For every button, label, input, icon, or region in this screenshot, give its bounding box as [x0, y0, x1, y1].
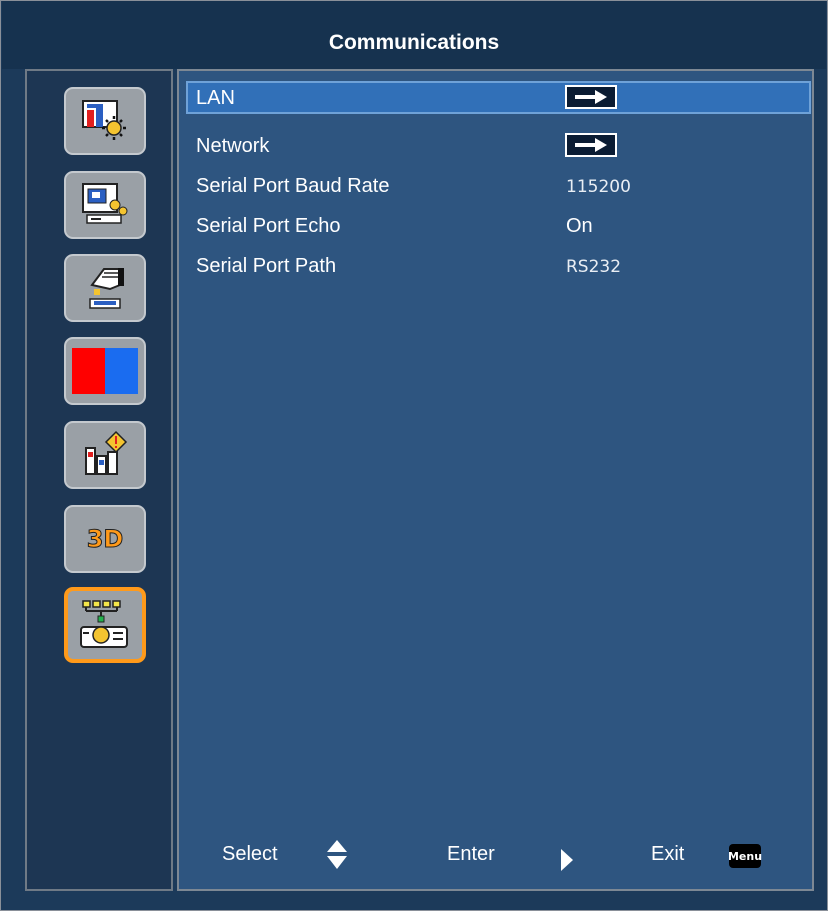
screen-setup-icon	[82, 183, 128, 224]
sidebar-item-network[interactable]	[64, 587, 146, 663]
submenu-arrow-button[interactable]	[565, 133, 617, 157]
menu-key-icon: Menu	[728, 844, 762, 868]
color-split-icon	[72, 348, 138, 394]
submenu-arrow-button[interactable]	[565, 85, 617, 109]
osd-menu-window: Communications 3D LAN Network Serial Por…	[0, 0, 828, 911]
right-arrow-icon	[561, 849, 573, 871]
footer-exit-label: Exit	[651, 843, 685, 865]
menu-item-label: LAN	[196, 87, 235, 109]
menu-item-label: Serial Port Baud Rate	[196, 175, 390, 197]
up-down-arrows-icon	[327, 840, 347, 869]
page-title: Communications	[328, 31, 500, 54]
network-communications-icon	[80, 600, 128, 648]
menu-item-label: Serial Port Echo	[196, 215, 341, 237]
menu-row-baud-rate[interactable]: Serial Port Baud Rate 115200	[186, 169, 811, 202]
menu-item-label: Serial Port Path	[196, 255, 337, 277]
serial-path-value: RS232	[566, 257, 622, 277]
menu-content: LAN Network Serial Port Baud Rate 115200	[177, 69, 814, 891]
category-sidebar: 3D	[25, 69, 173, 891]
menu-row-lan[interactable]: LAN	[186, 81, 811, 114]
footer-select-label: Select	[222, 843, 278, 865]
sidebar-item-3d[interactable]: 3D	[64, 505, 146, 573]
serial-echo-value: On	[566, 215, 593, 237]
sidebar-item-screen[interactable]	[64, 171, 146, 239]
sidebar-item-picture[interactable]	[64, 87, 146, 155]
picture-settings-icon	[82, 100, 126, 140]
3d-icon: 3D	[86, 525, 124, 554]
menu-row-network[interactable]: Network	[186, 129, 811, 162]
title-bar: Communications	[2, 1, 826, 69]
menu-item-label: Network	[196, 135, 270, 157]
arrow-right-icon	[575, 138, 607, 152]
sidebar-item-color[interactable]	[64, 337, 146, 405]
projector-settings-icon	[89, 268, 124, 309]
baud-rate-value: 115200	[566, 177, 631, 197]
information-icon	[85, 430, 128, 475]
sidebar-item-information[interactable]	[64, 421, 146, 489]
arrow-right-icon	[575, 90, 607, 104]
menu-row-serial-echo[interactable]: Serial Port Echo On	[186, 209, 811, 242]
sidebar-item-settings[interactable]	[64, 254, 146, 322]
footer-enter-label: Enter	[447, 843, 495, 865]
menu-row-serial-path[interactable]: Serial Port Path RS232	[186, 249, 811, 282]
